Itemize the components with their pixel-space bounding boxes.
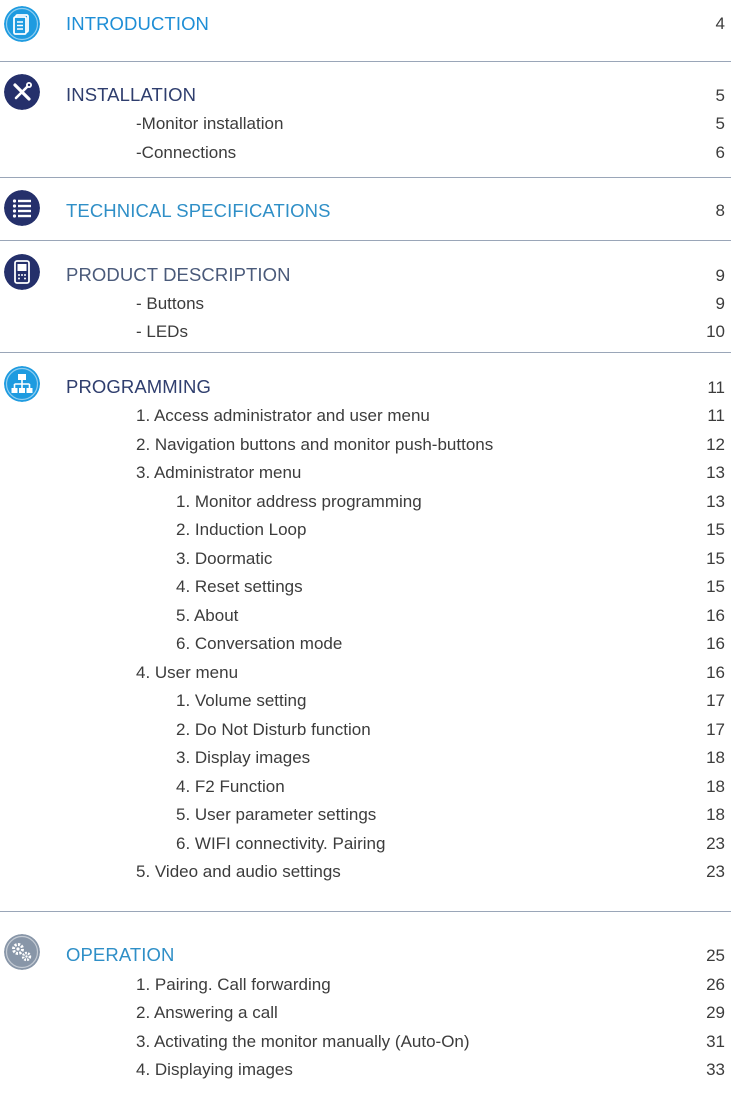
toc-entry[interactable]: 2. Do Not Disturb function xyxy=(176,720,371,740)
toc-entry[interactable]: 4. Reset settings xyxy=(176,577,303,597)
page-number: 18 xyxy=(706,748,725,767)
tools-icon xyxy=(4,74,40,110)
page-number: 5 xyxy=(715,114,725,133)
toc-entry[interactable]: - Buttons xyxy=(136,294,204,314)
list-icon xyxy=(4,190,40,226)
page-number: 25 xyxy=(706,946,725,965)
page-number: 33 xyxy=(706,1060,725,1079)
divider xyxy=(0,61,731,62)
document-icon xyxy=(4,6,40,42)
toc-entry[interactable]: 5. Video and audio settings xyxy=(136,862,341,882)
section-title[interactable]: INTRODUCTION xyxy=(66,13,209,35)
page-number: 29 xyxy=(706,1003,725,1022)
page-number: 15 xyxy=(706,577,725,596)
page-number: 17 xyxy=(706,691,725,710)
page-number: 16 xyxy=(706,606,725,625)
toc-entry[interactable]: - LEDs xyxy=(136,322,188,342)
toc-entry[interactable]: 3. Activating the monitor manually (Auto… xyxy=(136,1032,470,1052)
page-number: 11 xyxy=(707,378,725,397)
toc-entry[interactable]: 4. User menu xyxy=(136,663,238,683)
toc-entry[interactable]: 5. About xyxy=(176,606,238,626)
page-number: 12 xyxy=(706,435,725,454)
section-title[interactable]: OPERATION xyxy=(66,944,175,966)
toc-entry[interactable]: 6. WIFI connectivity. Pairing xyxy=(176,834,385,854)
network-icon xyxy=(4,366,40,402)
divider xyxy=(0,177,731,178)
toc-entry[interactable]: -Connections xyxy=(136,143,236,163)
page-number: 31 xyxy=(706,1032,725,1051)
toc-entry[interactable]: 5. User parameter settings xyxy=(176,805,376,825)
divider xyxy=(0,911,731,912)
section-title[interactable]: INSTALLATION xyxy=(66,84,196,106)
page-number: 18 xyxy=(706,805,725,824)
gears-icon xyxy=(4,934,40,970)
page-number: 15 xyxy=(706,549,725,568)
toc-entry[interactable]: 1. Access administrator and user menu xyxy=(136,406,430,426)
page-number: 16 xyxy=(706,663,725,682)
toc-entry[interactable]: 1. Monitor address programming xyxy=(176,492,422,512)
divider xyxy=(0,352,731,353)
toc-entry[interactable]: 2. Navigation buttons and monitor push-b… xyxy=(136,435,493,455)
page-number: 16 xyxy=(706,634,725,653)
toc-entry[interactable]: 2. Induction Loop xyxy=(176,520,306,540)
toc-entry[interactable]: 1. Volume setting xyxy=(176,691,306,711)
monitor-icon xyxy=(4,254,40,290)
page-number: 13 xyxy=(706,492,725,511)
toc-entry[interactable]: 6. Conversation mode xyxy=(176,634,342,654)
page-number: 10 xyxy=(706,322,725,341)
toc-entry[interactable]: 3. Display images xyxy=(176,748,310,768)
page-number: 9 xyxy=(715,266,725,285)
toc-entry[interactable]: 2. Answering a call xyxy=(136,1003,278,1023)
page-number: 5 xyxy=(715,86,725,105)
page-number: 11 xyxy=(707,406,725,425)
page-number: 23 xyxy=(706,862,725,881)
page-number: 8 xyxy=(715,201,725,220)
page-number: 26 xyxy=(706,975,725,994)
divider xyxy=(0,240,731,241)
section-title[interactable]: PRODUCT DESCRIPTION xyxy=(66,264,291,286)
page-number: 18 xyxy=(706,777,725,796)
toc-entry[interactable]: 4. F2 Function xyxy=(176,777,285,797)
page-number: 15 xyxy=(706,520,725,539)
toc-entry[interactable]: 4. Displaying images xyxy=(136,1060,293,1080)
page-number: 4 xyxy=(715,14,725,33)
toc-entry[interactable]: -Monitor installation xyxy=(136,114,283,134)
page-number: 17 xyxy=(706,720,725,739)
page-number: 23 xyxy=(706,834,725,853)
toc-entry[interactable]: 3. Administrator menu xyxy=(136,463,301,483)
toc-entry[interactable]: 3. Doormatic xyxy=(176,549,272,569)
page-number: 6 xyxy=(715,143,725,162)
page-number: 13 xyxy=(706,463,725,482)
toc-entry[interactable]: 1. Pairing. Call forwarding xyxy=(136,975,331,995)
section-title[interactable]: TECHNICAL SPECIFICATIONS xyxy=(66,200,331,222)
page-number: 9 xyxy=(715,294,725,313)
section-title[interactable]: PROGRAMMING xyxy=(66,376,211,398)
